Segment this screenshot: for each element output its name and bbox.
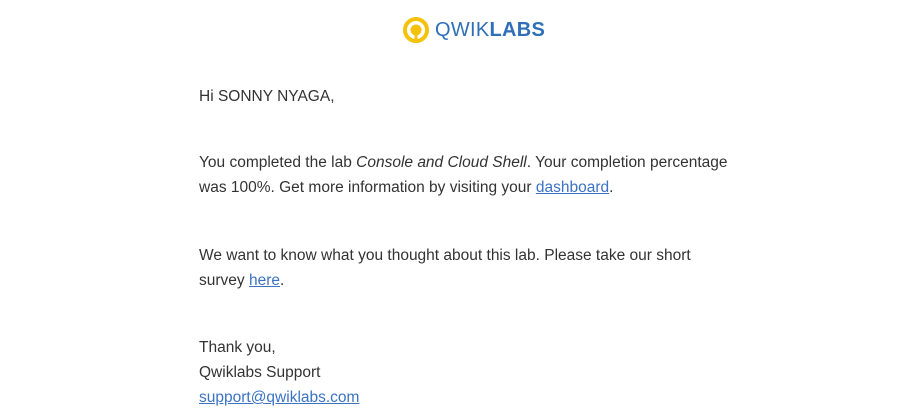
lab-name: Console and Cloud Shell — [356, 154, 527, 171]
logo-wordmark-light: QWIK — [435, 19, 490, 41]
qwiklabs-logo: QWIK LABS — [403, 15, 545, 45]
greeting-text: Hi SONNY NYAGA, — [199, 88, 335, 105]
survey-suffix: . — [280, 272, 285, 289]
signoff-block: Thank you, Qwiklabs Support support@qwik… — [199, 335, 739, 410]
logo-wordmark: QWIK LABS — [435, 20, 545, 40]
email-header: QWIK LABS — [0, 0, 897, 60]
dashboard-link[interactable]: dashboard — [536, 179, 609, 196]
logo-wordmark-bold: LABS — [489, 19, 546, 41]
survey-paragraph: We want to know what you thought about t… — [199, 243, 739, 293]
survey-link[interactable]: here — [249, 272, 280, 289]
completion-prefix: You completed the lab — [199, 154, 357, 171]
signoff-team: Qwiklabs Support — [199, 364, 321, 381]
signoff-thanks: Thank you, — [199, 339, 276, 356]
qwiklabs-logo-icon — [403, 17, 429, 43]
completion-suffix: . — [609, 179, 614, 196]
completion-paragraph: You completed the lab Console and Cloud … — [199, 150, 739, 200]
support-email-link[interactable]: support@qwiklabs.com — [199, 385, 739, 410]
